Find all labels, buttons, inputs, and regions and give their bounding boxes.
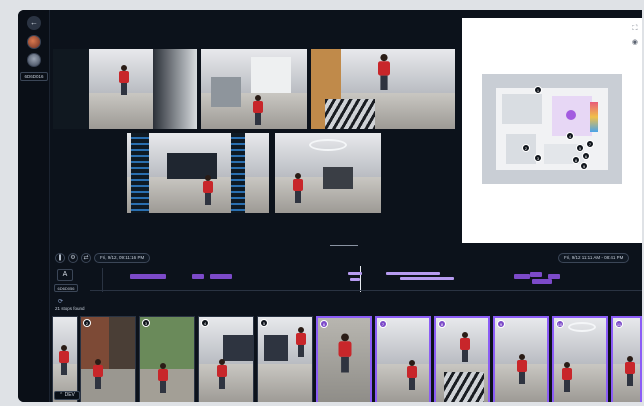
person-figure	[203, 175, 213, 205]
map-pin[interactable]: 3	[534, 154, 542, 162]
thumbnail-number: 8	[438, 320, 446, 328]
thumbnail-selected[interactable]: 7	[375, 316, 431, 402]
refresh-icon[interactable]: ⟳	[58, 298, 63, 305]
pause-button[interactable]: ❚	[55, 253, 65, 263]
avatar[interactable]	[27, 35, 41, 49]
start-time-picker[interactable]: Fri, 9/12, 09:11:16 PM	[94, 253, 151, 263]
timeline-segment[interactable]	[210, 274, 232, 279]
camera-feed[interactable]	[310, 48, 456, 130]
timeline-segment[interactable]	[348, 272, 362, 275]
map-pin[interactable]: 7	[586, 140, 594, 148]
thumbnail-number: 10	[556, 320, 564, 328]
thumbnail-number: 6	[320, 320, 328, 328]
avatar[interactable]	[27, 53, 41, 67]
left-rail: ← 6D6D016	[18, 10, 50, 402]
expand-icon: ⇄	[83, 255, 89, 261]
arrow-left-icon: ←	[30, 18, 38, 27]
sidebar-tag[interactable]: 6D6D016	[20, 72, 48, 81]
thumbnail-selected[interactable]: 9	[493, 316, 549, 402]
thumbnail-number: 11	[615, 320, 623, 328]
person-id[interactable]: 6D6D056	[54, 284, 78, 292]
map-pin[interactable]: 2	[522, 144, 530, 152]
thumbnail-number: 4	[201, 319, 209, 327]
dev-label: DEV	[64, 392, 75, 398]
thumbnail[interactable]: 2	[80, 316, 136, 402]
map-toolbar: ⛶ ◉	[632, 22, 638, 50]
map-pin[interactable]: 1	[534, 86, 542, 94]
person-letter: A	[57, 269, 73, 281]
fullscreen-icon[interactable]: ⛶	[632, 22, 638, 36]
timeline-segment[interactable]	[350, 278, 360, 281]
camera-feed[interactable]	[274, 132, 382, 214]
thumbnail-number: 9	[497, 320, 505, 328]
timeline-segment[interactable]	[192, 274, 204, 279]
eye-icon[interactable]: ◉	[632, 36, 638, 50]
map-pin[interactable]: 9	[580, 162, 588, 170]
settings-button[interactable]: ⚙	[68, 253, 78, 263]
thumbnail[interactable]: 5	[257, 316, 313, 402]
back-button[interactable]: ←	[27, 16, 41, 30]
app-window: ← 6D6D016 ⛶ ◉ 1 2 3 4 5 6 7 8 9 ❚ ⚙ ⇄ Fr…	[18, 10, 642, 402]
thumbnail[interactable]: 3	[139, 316, 195, 402]
timeline-segment[interactable]	[386, 272, 440, 275]
camera-feed[interactable]	[200, 48, 308, 130]
thumbnail-number: 7	[379, 320, 387, 328]
thumbnail-strip: 2 3 4 5 6 7 8 9 10 11	[50, 310, 642, 402]
person-figure	[293, 173, 303, 203]
camera-feed[interactable]	[52, 48, 198, 130]
timeline-segment[interactable]	[532, 279, 552, 284]
map-pin[interactable]: 5	[576, 144, 584, 152]
thumbnail-number: 2	[83, 319, 91, 327]
timeline-segment[interactable]	[130, 274, 166, 279]
timeline-segment[interactable]	[400, 277, 454, 280]
timeline-segment[interactable]	[530, 272, 542, 277]
timeline-segment[interactable]	[514, 274, 530, 279]
person-figure	[378, 54, 390, 90]
pause-icon: ❚	[57, 255, 63, 261]
thumbnail-selected[interactable]: 11	[611, 316, 642, 402]
thumbnail[interactable]: 4	[198, 316, 254, 402]
time-range-picker[interactable]: Fri, 9/12 11:11 AM - 08:41 PM	[558, 253, 630, 263]
thumbnail-number: 5	[260, 319, 268, 327]
dev-badge[interactable]: ⌃ DEV	[54, 391, 80, 400]
thumbnail[interactable]	[52, 316, 78, 402]
map-pin[interactable]: 6	[582, 152, 590, 160]
thumbnail-selected[interactable]: 6	[316, 316, 372, 402]
activity-timeline[interactable]: A 6D6D056 ⟳	[50, 266, 642, 306]
person-figure	[119, 65, 129, 95]
camera-feed[interactable]	[126, 132, 270, 214]
chevron-up-icon: ⌃	[59, 392, 64, 398]
panel-divider[interactable]	[330, 245, 358, 246]
person-figure	[253, 95, 263, 125]
thumbnail-selected[interactable]: 8	[434, 316, 490, 402]
map-pin[interactable]: 4	[566, 132, 574, 140]
thumbnail-number: 3	[142, 319, 150, 327]
gear-icon: ⚙	[70, 255, 76, 261]
map-pin[interactable]: 8	[572, 156, 580, 164]
floor-plan: 1 2 3 4 5 6 7 8 9	[482, 74, 622, 184]
expand-button[interactable]: ⇄	[81, 253, 91, 263]
floor-map-panel[interactable]: ⛶ ◉ 1 2 3 4 5 6 7 8 9	[462, 18, 642, 243]
thumbnail-selected[interactable]: 10	[552, 316, 608, 402]
